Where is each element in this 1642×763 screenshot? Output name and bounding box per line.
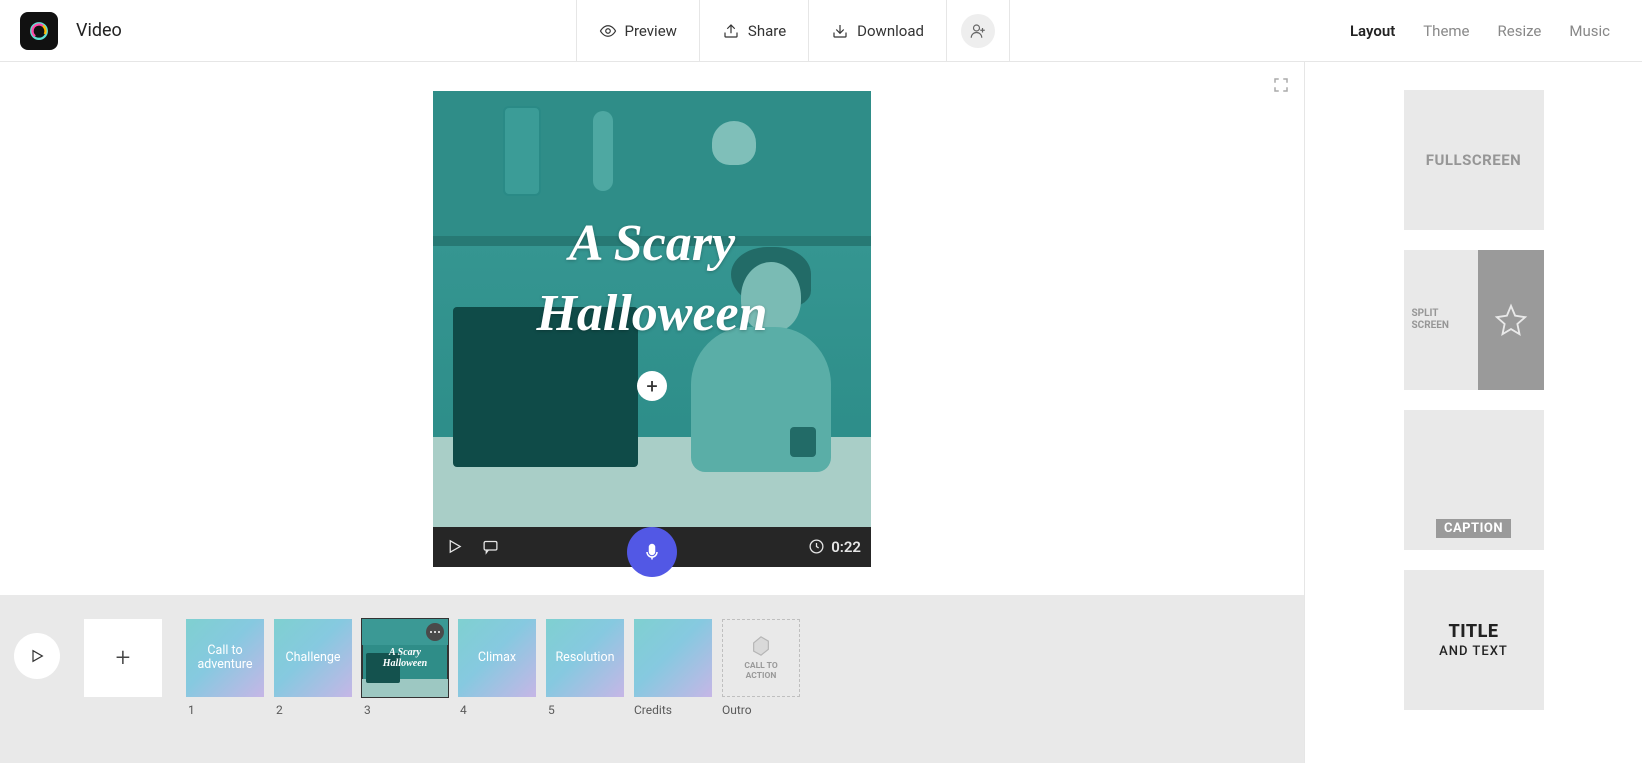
title-label-2: AND TEXT [1439, 644, 1508, 659]
clip[interactable]: Call toadventure [186, 619, 264, 697]
timeline-play-button[interactable] [14, 633, 60, 679]
clip-column: Resolution 5 [546, 619, 624, 717]
clip-index: Credits [634, 703, 712, 717]
share-label: Share [748, 22, 786, 40]
clip-column: A ScaryHalloween 3 [362, 619, 448, 717]
clip[interactable]: Climax [458, 619, 536, 697]
layout-panel: FULLSCREEN SPLIT SCREEN CAPTION TITLE AN… [1304, 62, 1642, 763]
timeline: + Call toadventure 1 Challenge 2 A ScaryHall… [0, 595, 1304, 763]
preview-button[interactable]: Preview [576, 0, 699, 62]
download-label: Download [857, 22, 924, 40]
layout-caption[interactable]: CAPTION [1404, 410, 1544, 550]
header-tabs: Layout Theme Resize Music [1010, 22, 1642, 40]
clip-index: Outro [722, 703, 800, 717]
invite-button[interactable] [946, 0, 1010, 62]
caption-toggle[interactable] [479, 536, 501, 558]
play-icon [29, 648, 45, 664]
clip-options-button[interactable] [426, 623, 444, 641]
clip-index: 1 [186, 703, 264, 717]
clip-column: Challenge 2 [274, 619, 352, 717]
layout-fullscreen-label: FULLSCREEN [1426, 151, 1521, 169]
invite-user-icon [961, 14, 995, 48]
play-button[interactable] [443, 536, 465, 558]
tab-music[interactable]: Music [1569, 22, 1610, 40]
canvas-area: A Scary Halloween + 0: [0, 62, 1304, 595]
clip-index: 2 [274, 703, 352, 717]
fullscreen-toggle[interactable] [1272, 76, 1290, 94]
star-icon [1494, 303, 1528, 337]
clip-duration[interactable]: 0:22 [808, 538, 861, 556]
app-logo[interactable] [20, 12, 58, 50]
clip-index: 3 [362, 703, 448, 717]
add-clip-button[interactable]: + [84, 619, 162, 697]
tab-layout[interactable]: Layout [1350, 22, 1395, 40]
clip-column: Credits [634, 619, 712, 717]
clip-list: Call toadventure 1 Challenge 2 A ScaryHallow… [186, 619, 800, 717]
video-frame[interactable]: A Scary Halloween + [433, 91, 871, 527]
microphone-icon [642, 542, 662, 562]
play-bar: 0:22 [433, 527, 871, 567]
header-left: Video [0, 12, 122, 50]
eye-icon [599, 22, 617, 40]
clip-index: 4 [458, 703, 536, 717]
app-header: Video Preview Share Download Layout Them… [0, 0, 1642, 62]
duration-value: 0:22 [831, 538, 861, 556]
record-voice-button[interactable] [627, 527, 677, 577]
share-button[interactable]: Share [699, 0, 808, 62]
layout-caption-label: CAPTION [1436, 519, 1511, 538]
split-label-2: SCREEN [1412, 320, 1449, 331]
clip-selected[interactable]: A ScaryHalloween [362, 619, 448, 697]
clip[interactable]: Resolution [546, 619, 624, 697]
layout-split-screen[interactable]: SPLIT SCREEN [1404, 250, 1544, 390]
play-icon [446, 538, 463, 555]
preview-label: Preview [625, 22, 677, 40]
split-left-pane: SPLIT SCREEN [1404, 250, 1478, 390]
plus-icon: + [116, 643, 131, 673]
speech-bubble-icon [482, 538, 499, 555]
header-actions: Preview Share Download [576, 0, 1010, 62]
expand-icon [1272, 76, 1290, 94]
app-title: Video [76, 20, 122, 41]
clip-column: Call toadventure 1 [186, 619, 264, 717]
split-right-pane [1478, 250, 1544, 390]
layout-title-text[interactable]: TITLE AND TEXT [1404, 570, 1544, 710]
tab-theme[interactable]: Theme [1423, 22, 1469, 40]
clip-empty[interactable]: CALL TOACTION [722, 619, 800, 697]
clip[interactable]: Challenge [274, 619, 352, 697]
clock-icon [808, 538, 825, 555]
tab-resize[interactable]: Resize [1498, 22, 1542, 40]
share-icon [722, 22, 740, 40]
add-content-button[interactable]: + [637, 371, 667, 401]
video-title-text[interactable]: A Scary Halloween [433, 209, 871, 349]
layout-fullscreen[interactable]: FULLSCREEN [1404, 90, 1544, 230]
split-label-1: SPLIT [1412, 308, 1439, 319]
clip-column: Climax 4 [458, 619, 536, 717]
title-line-2: Halloween [536, 285, 767, 342]
hexagon-icon [750, 635, 772, 657]
title-line-1: A Scary [569, 215, 735, 272]
title-label-1: TITLE [1449, 621, 1499, 642]
clip[interactable] [634, 619, 712, 697]
video-preview: A Scary Halloween + 0: [433, 91, 871, 567]
download-button[interactable]: Download [808, 0, 946, 62]
clip-index: 5 [546, 703, 624, 717]
plus-icon: + [646, 374, 657, 398]
clip-column: CALL TOACTION Outro [722, 619, 800, 717]
download-icon [831, 22, 849, 40]
